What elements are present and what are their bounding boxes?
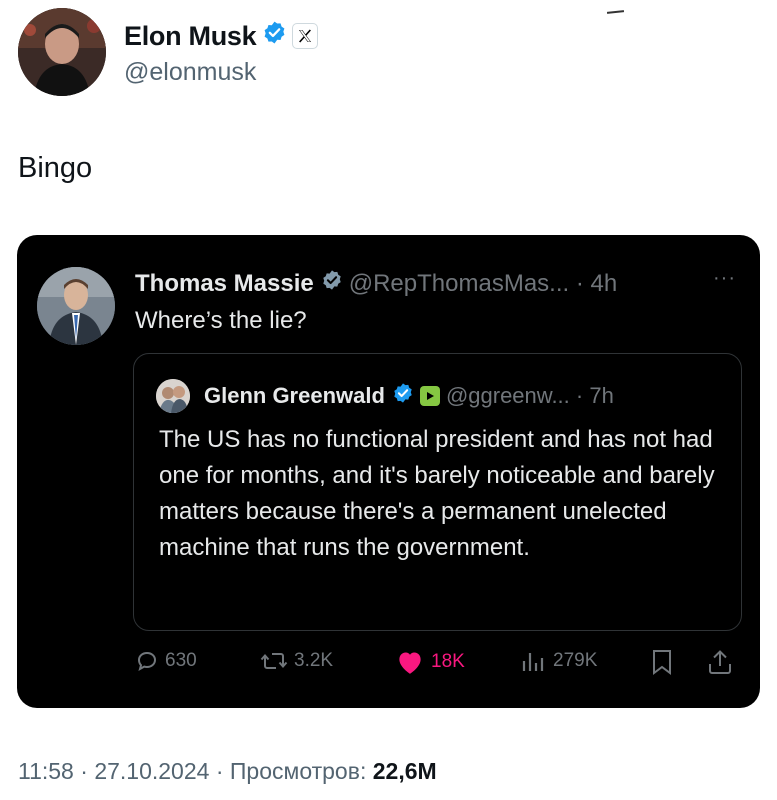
quoted-author-avatar[interactable] — [37, 267, 115, 345]
inner-quoted-post[interactable]: Glenn Greenwald @ggreenw... · 7h The US … — [133, 353, 742, 631]
repost-icon — [260, 653, 288, 669]
post-text: Bingo — [18, 152, 93, 184]
post-meta: 11:58 · 27.10.2024 · Просмотров: 22,6M — [18, 758, 437, 785]
post-author-header: Elon Musk @elonmusk — [18, 8, 319, 96]
inner-author-name[interactable]: Glenn Greenwald — [204, 383, 385, 409]
reply-icon — [137, 651, 157, 672]
inner-post-text: The US has no functional president and h… — [159, 426, 715, 561]
meta-separator: · — [215, 758, 224, 784]
meta-separator: · — [80, 758, 88, 784]
views-count-quoted: 279K — [553, 650, 598, 671]
post-date[interactable]: 27.10.2024 — [94, 758, 209, 784]
heart-icon — [399, 652, 421, 674]
verified-badge-icon — [392, 382, 414, 410]
quoted-handle-time[interactable]: @RepThomasMas... · 4h — [349, 270, 617, 298]
quoted-post-card[interactable]: Thomas Massie @RepThomasMas... · 4h ··· … — [17, 235, 760, 708]
rumble-icon — [419, 386, 440, 406]
inner-author-avatar[interactable] — [156, 379, 190, 413]
repost-button[interactable]: 3.2K — [260, 649, 333, 673]
quoted-author-name[interactable]: Thomas Massie — [135, 270, 314, 298]
share-icon — [709, 650, 731, 674]
x-logo-icon — [292, 23, 319, 49]
views-button[interactable]: 279K — [521, 649, 597, 673]
author-avatar[interactable] — [18, 8, 106, 96]
reply-count: 630 — [165, 650, 197, 671]
verified-badge-icon — [321, 269, 343, 298]
repost-count: 3.2K — [294, 650, 334, 671]
bookmark-button[interactable] — [651, 649, 673, 675]
views-label: Просмотров: — [229, 758, 367, 784]
author-handle[interactable]: @elonmusk — [124, 58, 318, 87]
post-time[interactable]: 11:58 — [18, 758, 74, 784]
like-count: 18K — [431, 651, 465, 672]
decorative-dash — [606, 10, 625, 14]
quoted-post-text: Where’s the lie? — [135, 307, 307, 334]
views-icon — [522, 653, 544, 671]
more-options-icon[interactable]: ··· — [713, 267, 736, 290]
bookmark-icon — [653, 650, 671, 675]
action-bar: 630 3.2K 18K 279K — [17, 647, 760, 681]
author-name[interactable]: Elon Musk — [124, 21, 257, 52]
reply-button[interactable]: 630 — [135, 649, 197, 673]
views-count: 22,6M — [372, 758, 437, 784]
verified-badge-icon — [262, 20, 287, 52]
inner-handle-time[interactable]: @ggreenw... · 7h — [446, 383, 614, 409]
share-button[interactable] — [707, 649, 733, 675]
like-button[interactable]: 18K — [395, 649, 465, 675]
